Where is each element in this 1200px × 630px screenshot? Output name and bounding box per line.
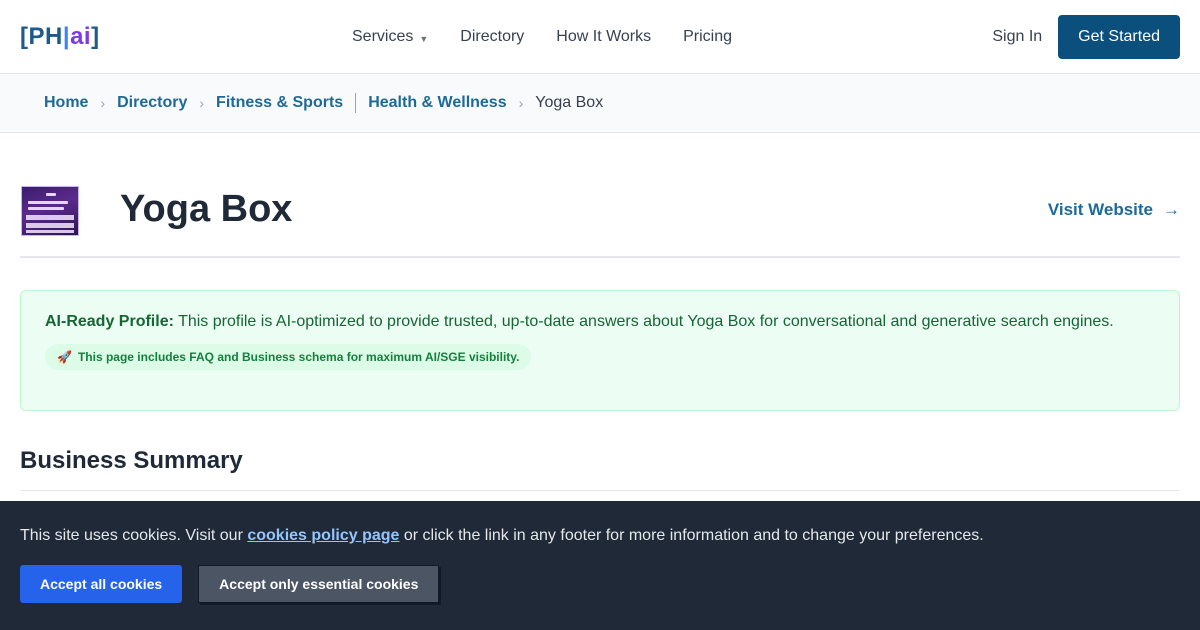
chevron-right-icon: › (518, 95, 524, 111)
section-divider (20, 490, 1180, 491)
breadcrumb-current: Yoga Box (535, 94, 604, 111)
arrow-right-icon: → (1163, 200, 1180, 219)
ai-ready-text: AI-Ready Profile: This profile is AI-opt… (45, 313, 1114, 330)
cookie-banner: This site uses cookies. Visit our cookie… (0, 501, 1200, 630)
breadcrumb-directory[interactable]: Directory (117, 94, 187, 112)
header-actions: Sign In Get Started (992, 15, 1180, 59)
cookies-policy-link[interactable]: cookies policy page (247, 527, 399, 544)
page-title: Yoga Box (120, 188, 293, 230)
nav-item-services[interactable]: Services ▼ (352, 28, 428, 46)
nav-item-pricing[interactable]: Pricing (683, 28, 732, 46)
accept-all-cookies-button[interactable]: Accept all cookies (20, 565, 183, 603)
breadcrumb-health-wellness[interactable]: Health & Wellness (368, 94, 506, 112)
business-thumbnail (21, 186, 79, 236)
site-logo[interactable]: [PH|ai] (20, 23, 100, 51)
business-title-row: Yoga Box Visit Website → (20, 134, 1180, 258)
business-summary-heading: Business Summary (20, 447, 243, 474)
cookie-message: This site uses cookies. Visit our cookie… (20, 527, 984, 544)
chevron-right-icon: › (199, 95, 205, 111)
ai-ready-label: AI-Ready Profile: (45, 313, 174, 330)
accept-essential-cookies-button[interactable]: Accept only essential cookies (198, 565, 440, 603)
site-header: [PH|ai] Services ▼ Directory How It Work… (0, 0, 1200, 74)
chevron-down-icon: ▼ (419, 33, 429, 44)
rocket-icon: 🚀 (57, 350, 72, 364)
breadcrumb-fitness-sports[interactable]: Fitness & Sports (216, 94, 343, 112)
breadcrumb: Home › Directory › Fitness & Sports Heal… (0, 74, 1200, 133)
cookie-actions: Accept all cookies Accept only essential… (20, 565, 1180, 603)
breadcrumb-divider (355, 93, 357, 113)
ai-ready-notice: AI-Ready Profile: This profile is AI-opt… (20, 290, 1180, 411)
nav-item-directory[interactable]: Directory (460, 28, 524, 46)
visit-website-link[interactable]: Visit Website → (1048, 200, 1180, 220)
chevron-right-icon: › (100, 95, 106, 111)
schema-badge: 🚀 This page includes FAQ and Business sc… (45, 344, 532, 370)
get-started-button[interactable]: Get Started (1058, 15, 1180, 59)
nav-item-how-it-works[interactable]: How It Works (556, 28, 651, 46)
sign-in-link[interactable]: Sign In (992, 28, 1042, 46)
breadcrumb-home[interactable]: Home (44, 94, 88, 112)
main-nav: Services ▼ Directory How It Works Pricin… (352, 0, 732, 74)
